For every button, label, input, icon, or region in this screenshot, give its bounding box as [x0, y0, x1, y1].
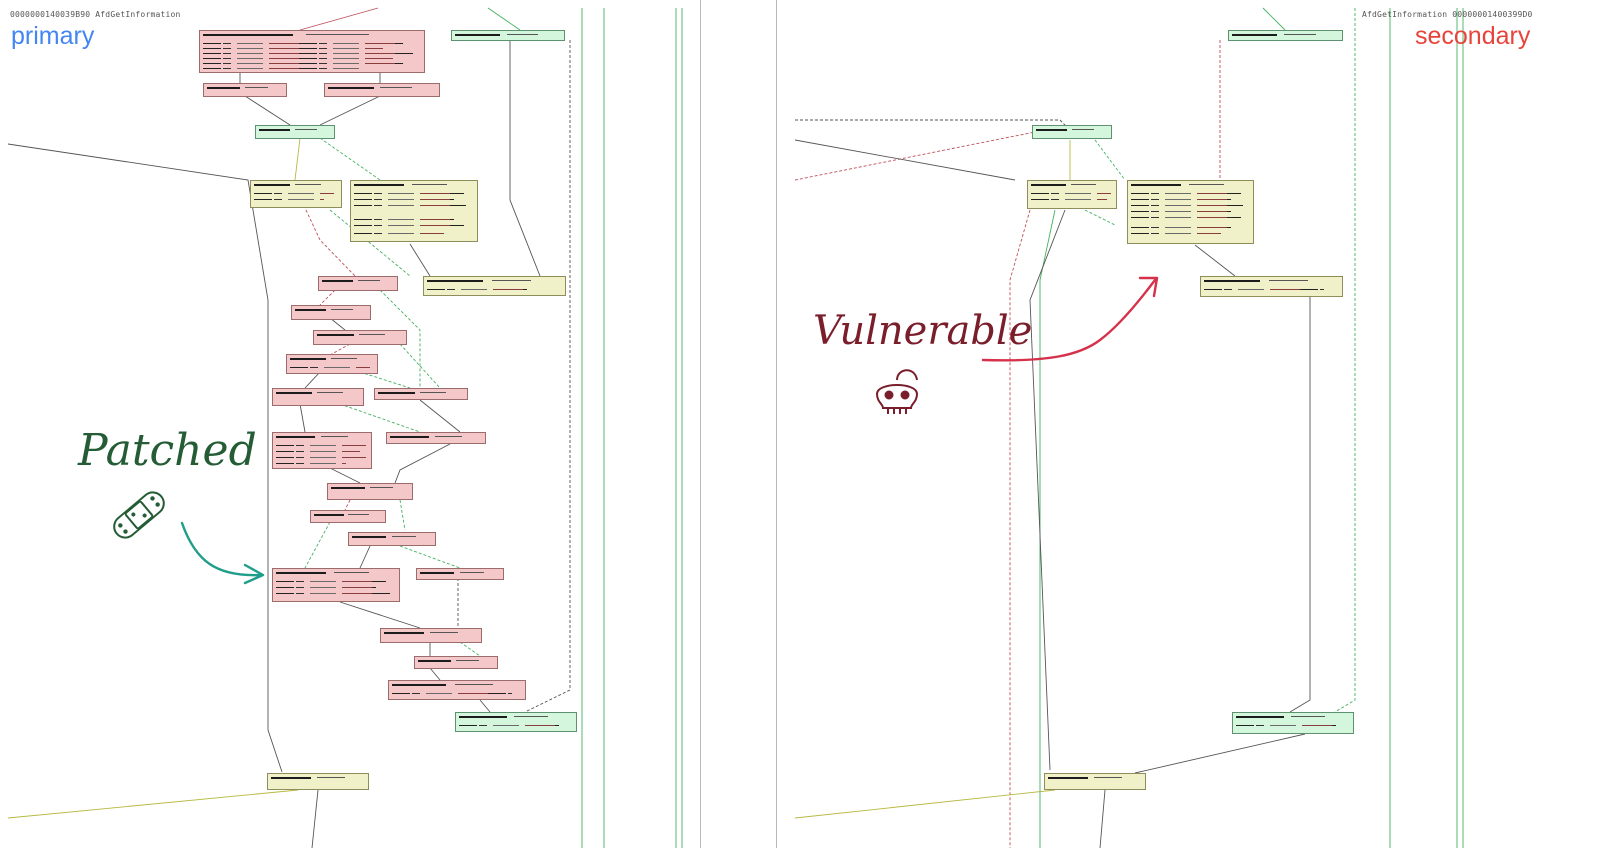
- bandage-icon: [113, 491, 165, 539]
- basic-block-changed[interactable]: [348, 532, 436, 546]
- basic-block-identical[interactable]: [1032, 125, 1112, 139]
- teal-arrow-icon: [180, 521, 265, 585]
- basic-block-changed[interactable]: [291, 305, 371, 320]
- basic-block-changed[interactable]: [272, 388, 364, 406]
- basic-block-changed[interactable]: [203, 83, 287, 97]
- red-arrow-icon: [981, 276, 1159, 362]
- basic-block-changed[interactable]: [324, 83, 440, 97]
- secondary-edges: [795, 7, 1464, 848]
- basic-block-changed[interactable]: [272, 432, 372, 469]
- basic-block-changed[interactable]: [380, 628, 482, 643]
- basic-block-changed[interactable]: [388, 680, 526, 700]
- basic-block-changed[interactable]: [414, 656, 498, 669]
- basic-block-identical[interactable]: [451, 30, 565, 41]
- basic-block-partial[interactable]: [1044, 773, 1146, 790]
- pane-divider: [776, 0, 777, 848]
- skull-lock-icon: [875, 369, 919, 414]
- primary-edges: [7, 7, 683, 848]
- basic-block-changed[interactable]: [272, 568, 400, 602]
- basic-block-identical[interactable]: [1232, 712, 1354, 734]
- primary-graph-pane[interactable]: 0000000140039B90 AfdGetInformation prima…: [0, 0, 700, 848]
- basic-block-partial[interactable]: [1200, 276, 1343, 297]
- basic-block-partial[interactable]: [1127, 180, 1254, 244]
- basic-block-changed[interactable]: [313, 330, 407, 345]
- basic-block-changed[interactable]: [374, 388, 468, 400]
- patched-annotation: Patched: [78, 425, 257, 476]
- basic-block-partial[interactable]: [423, 276, 566, 296]
- basic-block-changed[interactable]: [327, 483, 413, 500]
- basic-block-changed[interactable]: [416, 568, 504, 580]
- pane-divider: [700, 0, 701, 848]
- basic-block-changed[interactable]: [199, 30, 425, 73]
- secondary-graph-pane[interactable]: AfdGetInformation 00000001400399D0 secon…: [795, 0, 1600, 848]
- basic-block-changed[interactable]: [318, 276, 398, 291]
- basic-block-identical[interactable]: [255, 125, 335, 139]
- secondary-label: secondary: [1415, 22, 1531, 50]
- basic-block-identical[interactable]: [1228, 30, 1343, 41]
- basic-block-partial[interactable]: [267, 773, 369, 790]
- basic-block-partial[interactable]: [1027, 180, 1117, 209]
- secondary-function-address: AfdGetInformation 00000001400399D0: [1362, 10, 1533, 19]
- basic-block-changed[interactable]: [286, 354, 378, 374]
- basic-block-changed[interactable]: [310, 510, 386, 523]
- basic-block-partial[interactable]: [350, 180, 478, 242]
- basic-block-changed[interactable]: [386, 432, 486, 444]
- basic-block-partial[interactable]: [250, 180, 342, 208]
- basic-block-identical[interactable]: [455, 712, 577, 732]
